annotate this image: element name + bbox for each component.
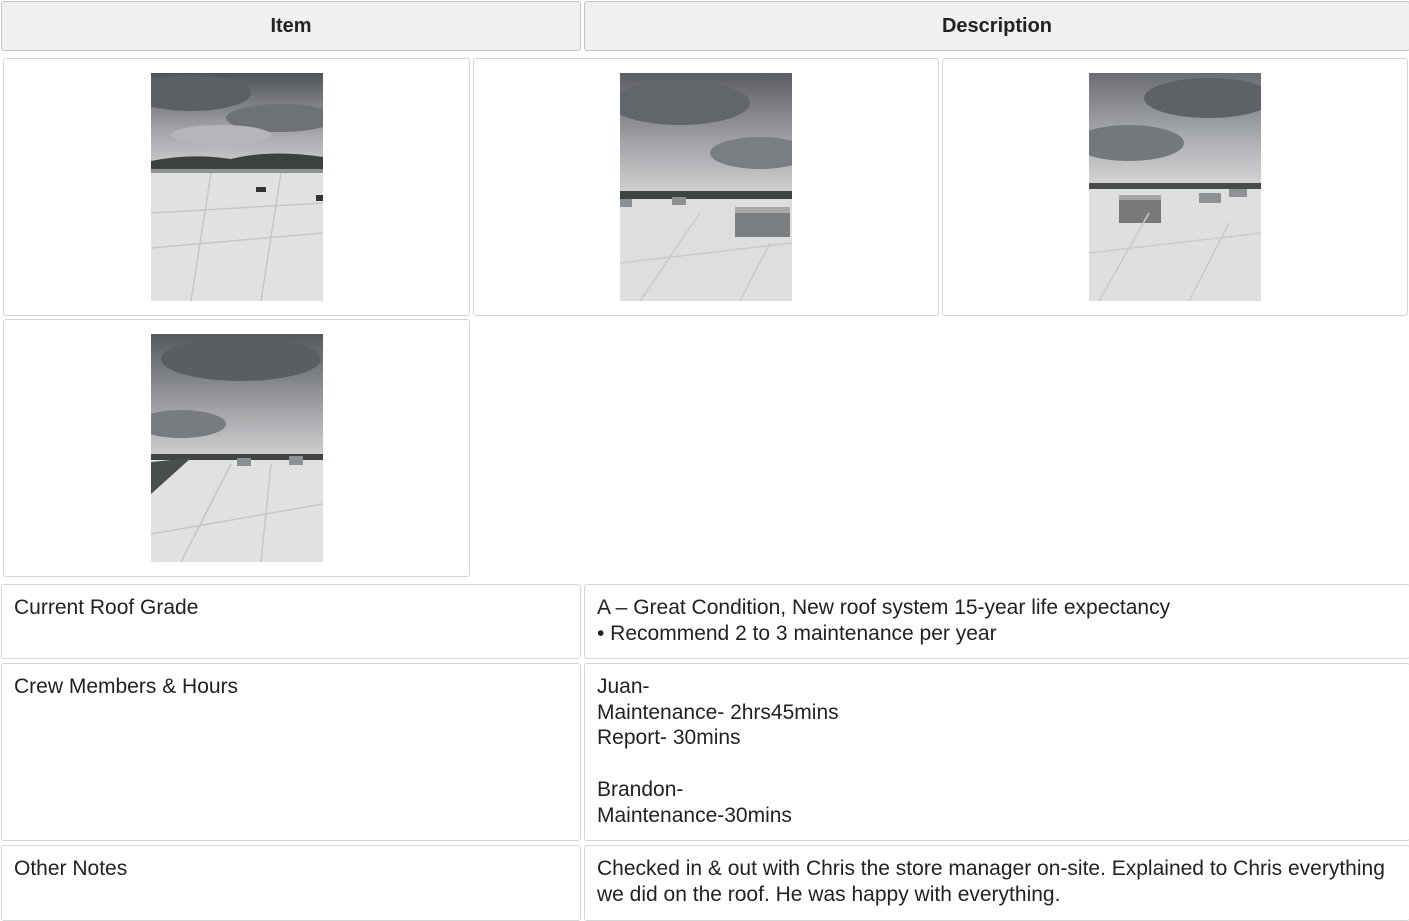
row-description-crew-hours: Juan- Maintenance- 2hrs45mins Report- 30…	[584, 663, 1409, 841]
photo-cell	[3, 58, 470, 316]
row-item-crew-hours: Crew Members & Hours	[1, 663, 581, 841]
description-column-header: Description	[584, 1, 1409, 51]
photo-cell	[942, 58, 1408, 316]
row-item-other-notes: Other Notes	[1, 845, 581, 921]
item-column-header: Item	[1, 1, 581, 51]
roof-photo-icon[interactable]	[150, 73, 323, 301]
roof-photo-icon[interactable]	[620, 73, 792, 301]
photo-cell	[473, 58, 939, 316]
roof-photo-icon[interactable]	[150, 334, 323, 562]
row-item-roof-grade: Current Roof Grade	[1, 584, 581, 659]
roof-photo-icon[interactable]	[1089, 73, 1261, 301]
row-description-other-notes: Checked in & out with Chris the store ma…	[584, 845, 1409, 921]
photo-cell	[3, 319, 470, 577]
row-description-roof-grade: A – Great Condition, New roof system 15-…	[584, 584, 1409, 659]
